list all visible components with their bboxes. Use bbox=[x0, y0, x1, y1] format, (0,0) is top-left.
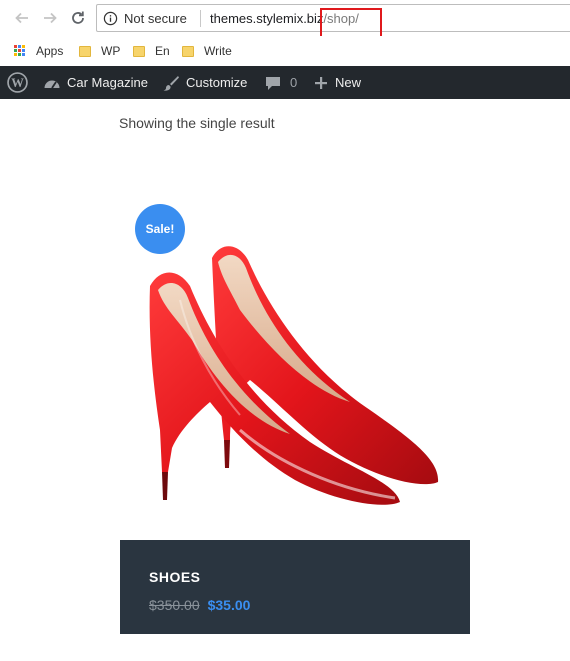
comments-link[interactable]: 0 bbox=[264, 66, 297, 99]
site-name-label: Car Magazine bbox=[67, 75, 148, 90]
info-icon[interactable] bbox=[103, 11, 118, 26]
browser-toolbar: Not secure themes.stylemix.biz/shop/ bbox=[0, 0, 570, 36]
bookmarks-bar: Apps WP En Write bbox=[0, 36, 570, 66]
folder-icon bbox=[133, 45, 145, 57]
wordpress-logo-icon: W bbox=[7, 72, 28, 93]
sale-price: $35.00 bbox=[207, 597, 251, 613]
bookmark-write[interactable]: Write bbox=[182, 42, 232, 60]
regular-price: $350.00 bbox=[149, 597, 200, 613]
folder-icon bbox=[182, 45, 194, 57]
reload-icon bbox=[72, 11, 84, 24]
comment-bubble-icon bbox=[266, 76, 280, 90]
svg-text:W: W bbox=[11, 76, 24, 90]
site-name-menu[interactable]: Car Magazine bbox=[43, 66, 148, 99]
reload-button[interactable] bbox=[66, 6, 90, 30]
new-label: New bbox=[335, 75, 362, 90]
security-status[interactable]: Not secure bbox=[124, 11, 187, 26]
bookmark-wp[interactable]: WP bbox=[79, 42, 120, 60]
back-arrow-icon bbox=[15, 12, 28, 24]
new-content-menu[interactable]: New bbox=[313, 66, 361, 99]
comments-count: 0 bbox=[290, 75, 298, 90]
bookmark-label: WP bbox=[101, 44, 121, 58]
customize-label: Customize bbox=[186, 75, 248, 90]
forward-arrow-icon bbox=[44, 12, 57, 24]
url-host: themes.stylemix.biz bbox=[210, 11, 324, 26]
wp-logo-menu[interactable]: W bbox=[7, 66, 34, 99]
customize-link[interactable]: Customize bbox=[162, 66, 247, 99]
back-button[interactable] bbox=[10, 6, 34, 30]
dashboard-gauge-icon bbox=[44, 80, 60, 88]
apps-grid-icon bbox=[14, 45, 26, 57]
forward-button[interactable] bbox=[38, 6, 62, 30]
product-title[interactable]: SHOES bbox=[149, 569, 201, 585]
result-count: Showing the single result bbox=[119, 115, 275, 131]
bookmark-label: Write bbox=[204, 44, 232, 58]
bookmark-label: En bbox=[155, 44, 170, 58]
paintbrush-icon bbox=[163, 75, 179, 91]
price-row: $350.00 $35.00 bbox=[149, 597, 250, 613]
bookmark-label: Apps bbox=[36, 44, 64, 58]
folder-icon bbox=[79, 45, 91, 57]
plus-icon bbox=[315, 76, 327, 89]
product-card[interactable]: SHOES $350.00 $35.00 bbox=[120, 540, 470, 634]
bookmark-apps[interactable]: Apps bbox=[14, 42, 63, 60]
sale-badge: Sale! bbox=[135, 204, 185, 254]
omnibox-divider bbox=[200, 10, 201, 27]
bookmark-en[interactable]: En bbox=[133, 42, 170, 60]
wp-admin-bar: W Car Magazine Customize 0 New bbox=[0, 66, 570, 99]
